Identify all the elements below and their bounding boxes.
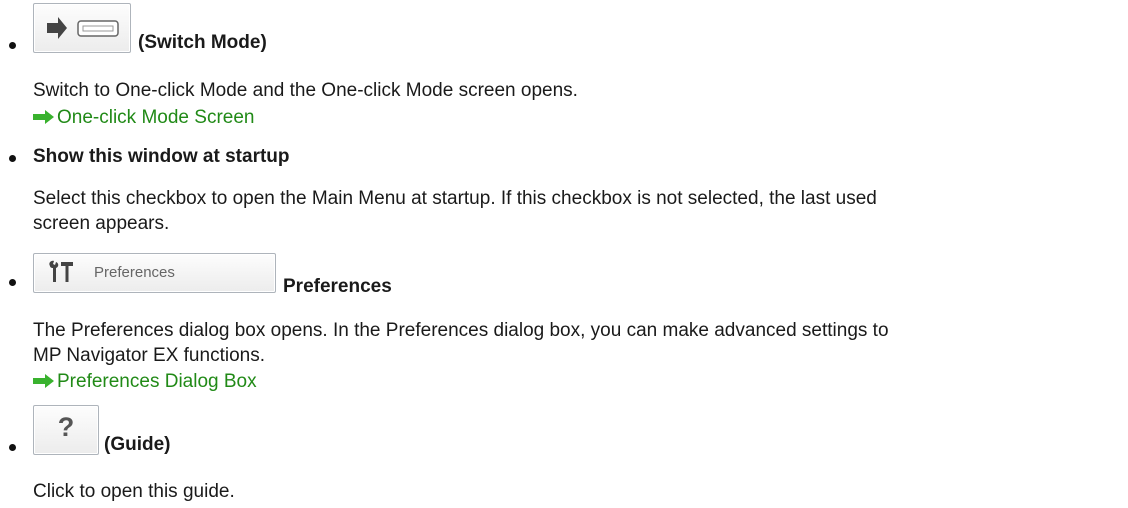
bullet xyxy=(9,42,16,49)
guide-description: Click to open this guide. xyxy=(33,481,235,502)
bullet xyxy=(9,444,16,451)
preferences-description-line2: MP Navigator EX functions. xyxy=(33,345,265,366)
bullet xyxy=(9,155,16,162)
preferences-title: Preferences xyxy=(283,276,392,297)
link-label: Preferences Dialog Box xyxy=(57,371,257,392)
preferences-button-image: Preferences xyxy=(33,253,276,293)
switch-mode-title: (Switch Mode) xyxy=(138,32,267,53)
link-label: One-click Mode Screen xyxy=(57,107,255,128)
preferences-description-line1: The Preferences dialog box opens. In the… xyxy=(33,320,889,341)
tools-icon xyxy=(49,260,73,282)
bullet xyxy=(9,279,16,286)
switch-mode-description: Switch to One-click Mode and the One-cli… xyxy=(33,80,578,101)
guide-button-image: ? xyxy=(33,405,99,455)
startup-description-line1: Select this checkbox to open the Main Me… xyxy=(33,188,877,209)
guide-title: (Guide) xyxy=(104,434,171,455)
green-arrow-icon xyxy=(33,374,54,388)
question-mark-icon: ? xyxy=(57,412,75,442)
switch-mode-button-image xyxy=(33,3,131,53)
startup-title: Show this window at startup xyxy=(33,146,290,167)
preferences-button-label: Preferences xyxy=(94,264,175,281)
startup-description-line2: screen appears. xyxy=(33,213,170,234)
green-arrow-icon xyxy=(33,110,54,124)
switch-mode-arrow-keyboard-icon xyxy=(47,17,119,39)
one-click-mode-screen-link[interactable]: One-click Mode Screen xyxy=(33,107,254,129)
preferences-dialog-box-link[interactable]: Preferences Dialog Box xyxy=(33,371,257,393)
